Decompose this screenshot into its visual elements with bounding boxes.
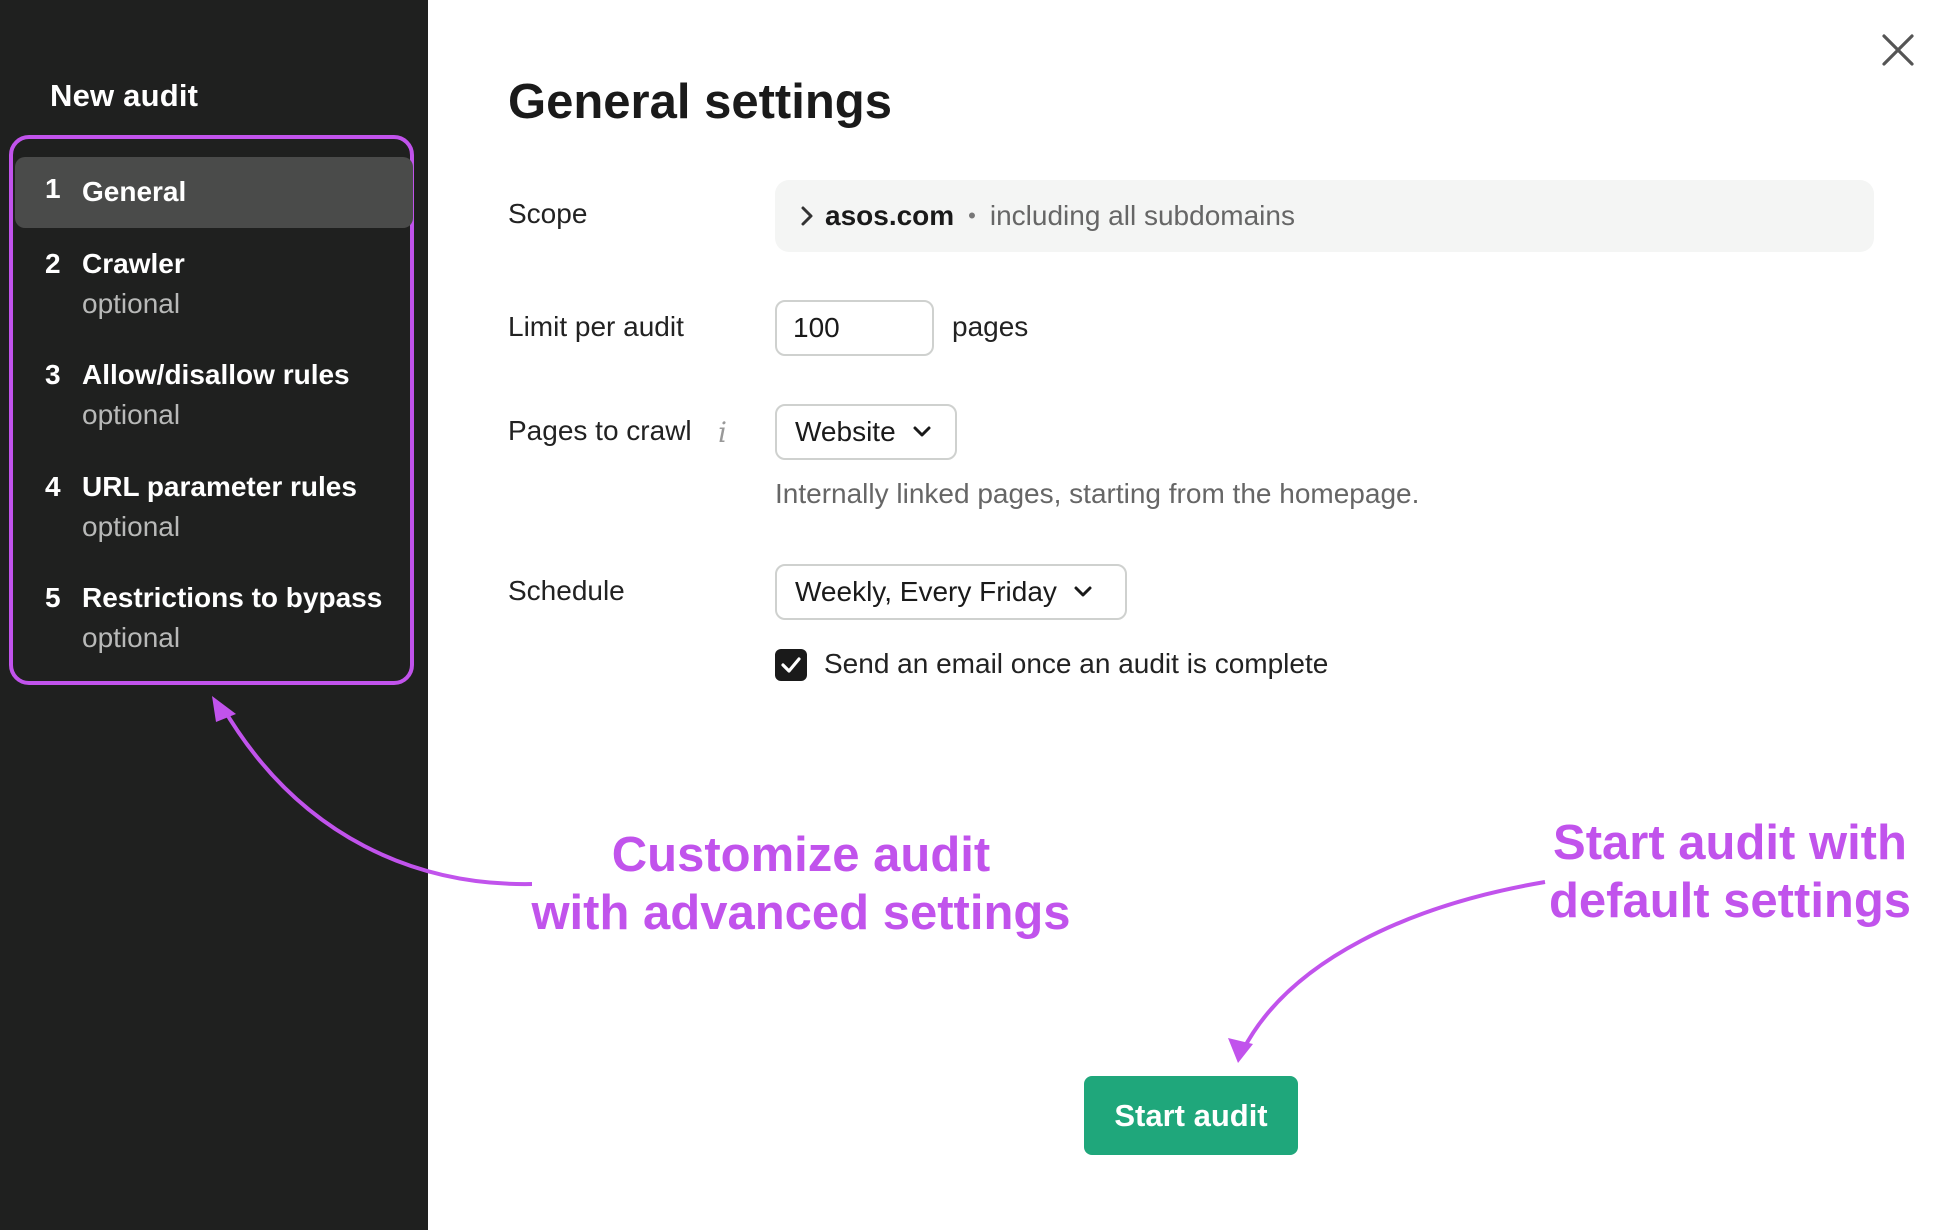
schedule-dropdown[interactable]: Weekly, Every Friday bbox=[775, 564, 1127, 620]
step-label: Allow/disallow rules bbox=[82, 359, 350, 390]
sidebar-title: New audit bbox=[50, 78, 199, 113]
sidebar-step-general[interactable]: 1 General bbox=[15, 157, 413, 228]
chevron-down-icon bbox=[1073, 585, 1093, 599]
pages-to-crawl-label: Pages to crawl bbox=[508, 415, 692, 446]
step-number: 3 bbox=[45, 359, 61, 390]
page-title: General settings bbox=[508, 75, 892, 129]
annotation-start-default: Start audit with default settings bbox=[1540, 814, 1920, 930]
scope-label: Scope bbox=[508, 198, 588, 229]
annotation-left-line1: Customize audit bbox=[611, 828, 991, 882]
arrow-head-right bbox=[1228, 1038, 1253, 1063]
annotation-customize: Customize audit with advanced settings bbox=[520, 826, 1082, 942]
step-label: Crawler bbox=[82, 248, 185, 279]
dropdown-value: Weekly, Every Friday bbox=[795, 576, 1057, 607]
info-icon[interactable]: i bbox=[718, 416, 727, 449]
limit-label: Limit per audit bbox=[508, 311, 684, 342]
scope-detail: including all subdomains bbox=[989, 200, 1295, 231]
limit-suffix: pages bbox=[952, 311, 1029, 342]
sidebar-step-restrictions[interactable]: 5 Restrictions to bypass optional bbox=[15, 578, 413, 658]
step-optional-label: optional bbox=[82, 511, 181, 542]
sidebar-step-allow-disallow[interactable]: 3 Allow/disallow rules optional bbox=[15, 355, 413, 435]
step-number: 2 bbox=[45, 248, 61, 279]
email-checkbox[interactable] bbox=[775, 649, 807, 681]
sidebar-step-url-parameters[interactable]: 4 URL parameter rules optional bbox=[15, 467, 413, 547]
step-optional-label: optional bbox=[82, 288, 181, 319]
step-label: Restrictions to bypass bbox=[82, 582, 383, 613]
start-audit-button[interactable]: Start audit bbox=[1084, 1076, 1298, 1155]
email-checkbox-label[interactable]: Send an email once an audit is complete bbox=[824, 648, 1328, 680]
step-optional-label: optional bbox=[82, 399, 181, 430]
annotation-left-line2: with advanced settings bbox=[531, 886, 1071, 940]
chevron-right-icon bbox=[799, 205, 815, 227]
check-icon bbox=[781, 657, 801, 673]
scope-separator: • bbox=[968, 203, 976, 228]
step-number: 4 bbox=[45, 471, 61, 502]
pages-to-crawl-dropdown[interactable]: Website bbox=[775, 404, 957, 460]
pages-to-crawl-help: Internally linked pages, starting from t… bbox=[775, 478, 1420, 509]
close-icon[interactable] bbox=[1878, 30, 1918, 70]
limit-input[interactable]: 100 bbox=[775, 300, 934, 356]
step-label: General bbox=[82, 176, 187, 207]
sidebar: New audit 1 General 2 Crawler optional 3… bbox=[0, 0, 428, 1230]
step-number: 5 bbox=[45, 582, 61, 613]
step-optional-label: optional bbox=[82, 622, 181, 653]
chevron-down-icon bbox=[912, 425, 932, 439]
sidebar-step-crawler[interactable]: 2 Crawler optional bbox=[15, 244, 413, 324]
annotation-right-line1: Start audit with bbox=[1553, 816, 1907, 870]
step-label: URL parameter rules bbox=[82, 471, 357, 502]
step-number: 1 bbox=[45, 173, 61, 204]
annotation-right-line2: default settings bbox=[1548, 874, 1912, 928]
dropdown-value: Website bbox=[795, 416, 896, 447]
scope-selector[interactable]: asos.com • including all subdomains bbox=[775, 180, 1874, 252]
scope-domain: asos.com bbox=[825, 200, 955, 231]
schedule-label: Schedule bbox=[508, 575, 625, 606]
